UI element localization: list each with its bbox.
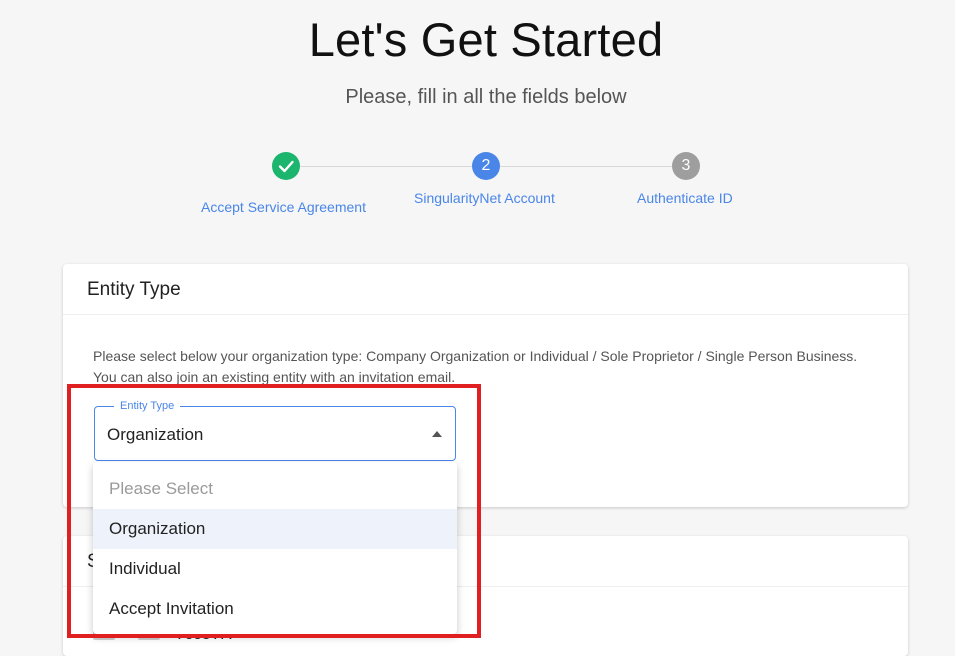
page-subtitle: Please, fill in all the fields below [345, 86, 627, 108]
step-2-indicator: 2 [472, 152, 500, 180]
step-3-indicator: 3 [672, 152, 700, 180]
caret-up-icon[interactable] [432, 431, 442, 437]
description-line: Please select below your organization ty… [93, 348, 858, 364]
card-title: Entity Type [87, 279, 181, 300]
step-connector [300, 166, 472, 167]
option-please-select[interactable]: Please Select [93, 469, 457, 509]
select-label: Entity Type [114, 400, 181, 412]
step-2-label: SingularityNet Account [414, 190, 555, 206]
entity-type-options-menu: Please Select Organization Individual Ac… [93, 462, 457, 634]
entity-type-description: Please select below your organization ty… [93, 346, 893, 388]
option-accept-invitation[interactable]: Accept Invitation [93, 589, 457, 629]
step-connector [500, 166, 672, 167]
step-1-indicator [272, 152, 300, 180]
option-organization[interactable]: Organization [93, 509, 457, 549]
description-line: You can also join an existing entity wit… [93, 369, 456, 385]
step-3-label: Authenticate ID [637, 190, 733, 206]
option-individual[interactable]: Individual [93, 549, 457, 589]
check-icon [278, 160, 294, 173]
step-1-label: Accept Service Agreement [201, 199, 366, 215]
page-title: Let's Get Started [308, 13, 664, 66]
card-divider [63, 314, 908, 315]
select-value: Organization [107, 425, 204, 444]
